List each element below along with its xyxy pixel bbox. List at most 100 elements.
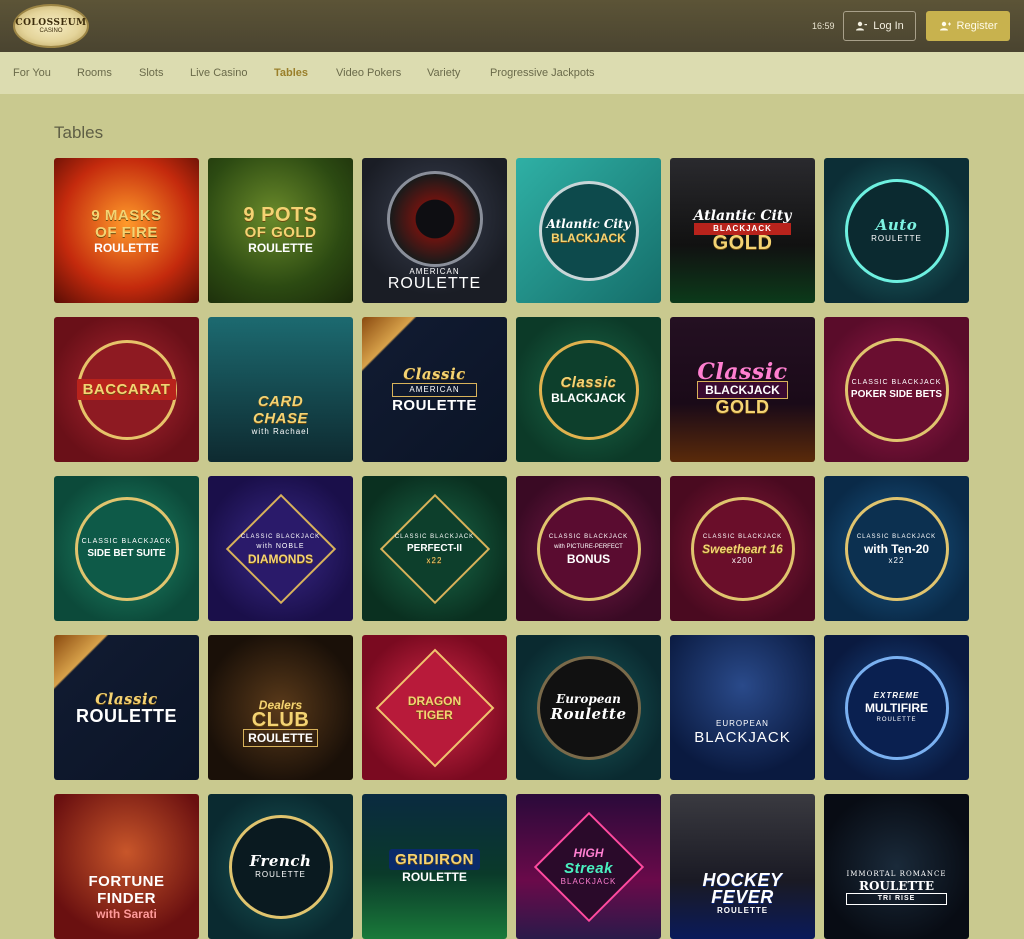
game-title-line2: MULTIFIRE bbox=[864, 700, 929, 715]
game-badge: European Roulette bbox=[536, 655, 641, 760]
game-tile[interactable]: Atlantic City BLACKJACK bbox=[516, 158, 661, 303]
game-title-line1: 9 MASKS bbox=[91, 206, 162, 224]
game-title-line1: CLASSIC BLACKJACK bbox=[394, 533, 475, 540]
user-icon bbox=[855, 21, 868, 31]
game-tile[interactable]: CLASSIC BLACKJACK with Ten-20 x22 bbox=[824, 476, 969, 621]
game-title-line2: BLACKJACK bbox=[694, 729, 791, 746]
logo-sub: CASINO bbox=[39, 27, 63, 34]
game-tile[interactable]: Atlantic City BLACKJACK GOLD bbox=[670, 158, 815, 303]
game-tile[interactable]: HOCKEY FEVER ROULETTE bbox=[670, 794, 815, 939]
game-title-line3: x200 bbox=[731, 555, 754, 565]
game-tile[interactable]: CLASSIC BLACKJACK Sweetheart 16 x200 bbox=[670, 476, 815, 621]
game-title-line2: with NOBLE bbox=[256, 542, 305, 550]
game-title-line1: DRAGON bbox=[407, 693, 462, 708]
game-title-line3: TRI RISE bbox=[846, 892, 947, 905]
logo-text: COLOSSEUM bbox=[15, 17, 87, 28]
nav-variety[interactable]: Variety bbox=[427, 67, 460, 79]
game-title-line2: OF FIRE bbox=[95, 223, 158, 241]
game-badge: French ROULETTE bbox=[228, 814, 333, 919]
game-title-line1: European bbox=[556, 692, 621, 706]
category-nav: For You Rooms Slots Live Casino Tables V… bbox=[0, 52, 1024, 94]
game-tile[interactable]: FORTUNE FINDER with Sarati bbox=[54, 794, 199, 939]
game-title-line2: ROULETTE bbox=[255, 870, 306, 879]
casino-logo[interactable]: COLOSSEUM CASINO bbox=[13, 4, 89, 48]
game-badge: CLASSIC BLACKJACK with PICTURE-PERFECT B… bbox=[536, 496, 641, 601]
game-title-line2: BLACKJACK bbox=[551, 230, 626, 245]
game-title-line2: with PICTURE-PERFECT bbox=[554, 543, 623, 550]
game-title-line1: CARD bbox=[257, 392, 304, 410]
nav-live-casino[interactable]: Live Casino bbox=[190, 67, 247, 79]
game-tile[interactable]: DRAGON TIGER bbox=[362, 635, 507, 780]
nav-rooms[interactable]: Rooms bbox=[77, 67, 112, 79]
game-title-line2: Roulette bbox=[550, 705, 627, 723]
game-title-line3: ROULETTE bbox=[94, 240, 159, 255]
game-title-line1: CLASSIC BLACKJACK bbox=[856, 533, 937, 540]
game-tile[interactable]: CLASSIC BLACKJACK POKER SIDE BETS bbox=[824, 317, 969, 462]
games-grid: 9 MASKS OF FIRE ROULETTE 9 POTS OF GOLD … bbox=[54, 158, 969, 939]
game-tile[interactable]: French ROULETTE bbox=[208, 794, 353, 939]
game-title-line3: DIAMONDS bbox=[247, 551, 314, 566]
nav-for-you[interactable]: For You bbox=[13, 67, 51, 79]
game-tile[interactable]: CARD CHASE with Rachael bbox=[208, 317, 353, 462]
header: COLOSSEUM CASINO 16:59 Log In Register bbox=[0, 0, 1024, 52]
game-title-line1: 9 POTS bbox=[243, 203, 318, 226]
nav-tables[interactable]: Tables bbox=[274, 67, 308, 79]
game-title-line3: ROULETTE bbox=[876, 716, 917, 723]
game-title-line2: BLACKJACK bbox=[697, 380, 788, 399]
login-button[interactable]: Log In bbox=[843, 11, 916, 41]
register-label: Register bbox=[956, 20, 998, 32]
game-tile[interactable]: Classic ROULETTE bbox=[54, 635, 199, 780]
game-tile[interactable]: IMMORTAL ROMANCE ROULETTE TRI RISE bbox=[824, 794, 969, 939]
game-tile[interactable]: CLASSIC BLACKJACK with PICTURE-PERFECT B… bbox=[516, 476, 661, 621]
game-title-line2: OF GOLD bbox=[244, 223, 317, 241]
game-badge: CLASSIC BLACKJACK Sweetheart 16 x200 bbox=[690, 496, 795, 601]
nav-progressive-jackpots[interactable]: Progressive Jackpots bbox=[490, 67, 595, 79]
game-tile[interactable]: European Roulette bbox=[516, 635, 661, 780]
game-title-line2: ROULETTE bbox=[76, 705, 177, 726]
game-title-line2: Streak bbox=[564, 860, 613, 877]
game-tile[interactable]: GRIDIRON ROULETTE bbox=[362, 794, 507, 939]
game-title-line1: IMMORTAL ROMANCE bbox=[846, 869, 947, 878]
game-title-line2: FINDER bbox=[97, 889, 156, 907]
game-title-line2: POKER SIDE BETS bbox=[850, 388, 943, 400]
game-badge: CLASSIC BLACKJACK POKER SIDE BETS bbox=[844, 337, 949, 442]
game-badge: Atlantic City BLACKJACK bbox=[538, 180, 639, 281]
game-title-line1: CLASSIC BLACKJACK bbox=[81, 537, 172, 545]
game-title-line3: with Rachael bbox=[251, 426, 310, 436]
game-tile[interactable]: CLASSIC BLACKJACK with NOBLE DIAMONDS bbox=[208, 476, 353, 621]
game-badge: CLASSIC BLACKJACK SIDE BET SUITE bbox=[74, 496, 179, 601]
register-button[interactable]: Register bbox=[926, 11, 1010, 41]
game-title-line3: GOLD bbox=[715, 396, 770, 417]
game-title-line2: ROULETTE bbox=[402, 870, 467, 884]
game-title-line1: CLASSIC BLACKJACK bbox=[702, 533, 783, 540]
add-user-icon bbox=[939, 21, 951, 31]
game-title-line1: French bbox=[249, 852, 312, 870]
game-title-line2: FEVER bbox=[711, 887, 774, 907]
game-tile[interactable]: CLASSIC BLACKJACK SIDE BET SUITE bbox=[54, 476, 199, 621]
game-tile[interactable]: Classic BLACKJACK GOLD bbox=[670, 317, 815, 462]
game-title-line3: ROULETTE bbox=[716, 906, 769, 915]
clock: 16:59 bbox=[812, 21, 835, 31]
game-title-line1: HIGH bbox=[573, 846, 604, 860]
game-tile[interactable]: Dealers CLUB ROULETTE bbox=[208, 635, 353, 780]
game-title-line1: Classic bbox=[95, 689, 158, 708]
game-tile[interactable]: Classic AMERICAN ROULETTE bbox=[362, 317, 507, 462]
game-title-line1: GRIDIRON bbox=[389, 849, 480, 870]
game-title-line2: CLUB bbox=[251, 709, 310, 731]
game-tile[interactable]: AMERICAN ROULETTE bbox=[362, 158, 507, 303]
game-title-line1: CLASSIC BLACKJACK bbox=[548, 533, 629, 540]
game-tile[interactable]: BACCARAT bbox=[54, 317, 199, 462]
game-tile[interactable]: EUROPEAN BLACKJACK bbox=[670, 635, 815, 780]
nav-video-pokers[interactable]: Video Pokers bbox=[336, 67, 401, 79]
game-tile[interactable]: EXTREME MULTIFIRE ROULETTE bbox=[824, 635, 969, 780]
game-title-line3: BLACKJACK bbox=[560, 877, 617, 886]
game-title-line1: EUROPEAN bbox=[716, 719, 769, 728]
game-title-line3: GOLD bbox=[712, 232, 773, 254]
game-tile[interactable]: 9 POTS OF GOLD ROULETTE bbox=[208, 158, 353, 303]
game-tile[interactable]: HIGH Streak BLACKJACK bbox=[516, 794, 661, 939]
game-tile[interactable]: CLASSIC BLACKJACK PERFECT-II x22 bbox=[362, 476, 507, 621]
nav-slots[interactable]: Slots bbox=[139, 67, 163, 79]
game-tile[interactable]: Classic BLACKJACK bbox=[516, 317, 661, 462]
game-tile[interactable]: 9 MASKS OF FIRE ROULETTE bbox=[54, 158, 199, 303]
game-tile[interactable]: Auto ROULETTE bbox=[824, 158, 969, 303]
